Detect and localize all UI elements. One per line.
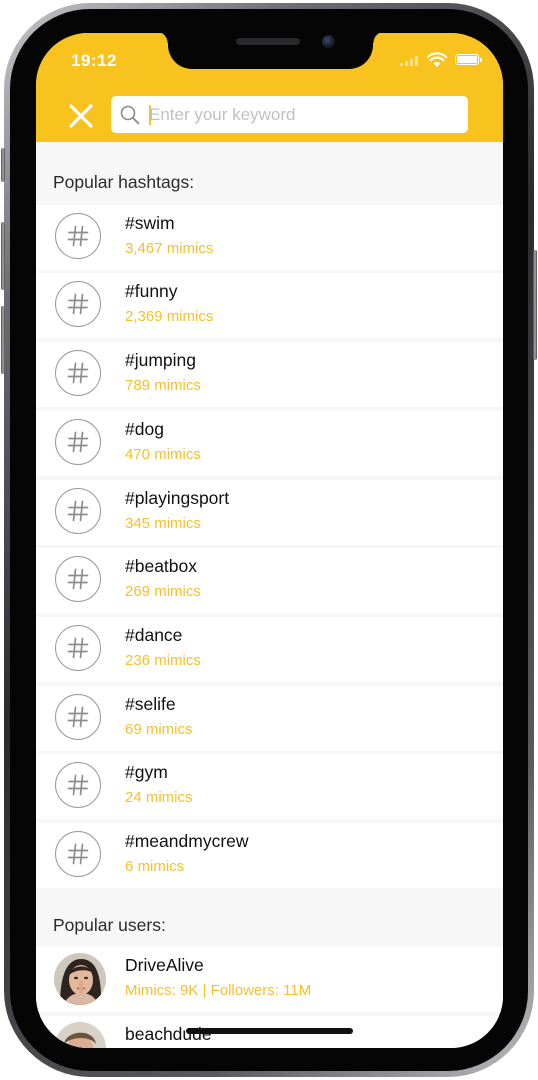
hashtag-name: #dog <box>125 419 164 439</box>
avatar <box>54 953 106 1005</box>
hashtag-icon <box>55 350 101 396</box>
hashtag-icon <box>55 694 101 740</box>
hashtag-row-funny[interactable]: #funny 2,369 mimics <box>36 273 503 338</box>
close-button[interactable] <box>66 101 96 131</box>
battery-icon <box>455 54 482 65</box>
hashtag-row-gym[interactable]: #gym 24 mimics <box>36 754 503 819</box>
hashtag-row-beatbox[interactable]: #beatbox 269 mimics <box>36 548 503 613</box>
hashtag-row-dance[interactable]: #dance 236 mimics <box>36 617 503 682</box>
user-row-drivealive[interactable]: DriveAlive Mimics: 9K | Followers: 11M <box>36 947 503 1012</box>
user-stats: Mimics: 9K | Followers: 11M <box>125 982 312 999</box>
hashtag-row-selife[interactable]: #selife 69 mimics <box>36 686 503 751</box>
hashtag-row-dog[interactable]: #dog 470 mimics <box>36 411 503 476</box>
close-icon <box>69 104 93 128</box>
hashtag-count: 3,467 mimics <box>125 240 214 257</box>
hashtag-icon <box>55 419 101 465</box>
volume-down-button <box>1 306 5 374</box>
hashtag-icon <box>55 213 101 259</box>
hashtag-count: 6 mimics <box>125 858 185 875</box>
hashtag-count: 236 mimics <box>125 652 201 669</box>
earpiece-speaker <box>236 38 300 45</box>
wifi-icon <box>427 52 447 67</box>
hashtag-name: #selife <box>125 694 176 714</box>
search-box[interactable] <box>111 96 468 133</box>
hashtag-icon <box>55 556 101 602</box>
hashtag-name: #swim <box>125 213 175 233</box>
hashtag-icon <box>55 281 101 327</box>
app-screen: 19:12 Enter your keyword Popular hashtag… <box>36 33 503 1048</box>
hashtag-icon <box>55 831 101 877</box>
search-icon <box>120 105 140 125</box>
avatar <box>54 1022 106 1048</box>
user-name: DriveAlive <box>125 955 204 975</box>
hashtag-count: 789 mimics <box>125 377 201 394</box>
hashtag-icon <box>55 762 101 808</box>
hashtag-count: 24 mimics <box>125 789 193 806</box>
search-header: 19:12 <box>36 33 503 142</box>
hashtag-row-meandmycrew[interactable]: #meandmycrew 6 mimics <box>36 823 503 888</box>
hashtag-count: 2,369 mimics <box>125 308 214 325</box>
hashtag-row-jumping[interactable]: #jumping 789 mimics <box>36 342 503 407</box>
hashtag-name: #funny <box>125 281 178 301</box>
power-button <box>533 250 537 360</box>
hashtag-name: #playingsport <box>125 488 230 508</box>
hashtag-count: 470 mimics <box>125 446 201 463</box>
hashtag-icon <box>55 488 101 534</box>
front-camera <box>322 35 335 48</box>
status-time: 19:12 <box>71 51 117 70</box>
hashtag-count: 69 mimics <box>125 721 193 738</box>
hashtag-name: #beatbox <box>125 556 198 576</box>
hashtag-row-playingsport[interactable]: #playingsport 345 mimics <box>36 480 503 545</box>
hashtag-name: #dance <box>125 625 183 645</box>
cellular-signal-icon <box>400 56 420 66</box>
hashtag-name: #jumping <box>125 350 197 370</box>
hashtag-count: 269 mimics <box>125 583 201 600</box>
hashtag-count: 345 mimics <box>125 515 201 532</box>
notch <box>156 33 385 69</box>
popular-hashtags-heading: Popular hashtags: <box>53 172 195 192</box>
hashtag-row-swim[interactable]: #swim 3,467 mimics <box>36 205 503 270</box>
hashtag-name: #gym <box>125 762 168 782</box>
popular-users-heading: Popular users: <box>53 915 166 935</box>
hashtag-name: #meandmycrew <box>125 831 249 851</box>
hashtag-icon <box>55 625 101 671</box>
mute-switch <box>1 148 5 182</box>
volume-up-button <box>1 222 5 290</box>
home-indicator <box>186 1028 353 1034</box>
search-input[interactable] <box>149 96 449 133</box>
